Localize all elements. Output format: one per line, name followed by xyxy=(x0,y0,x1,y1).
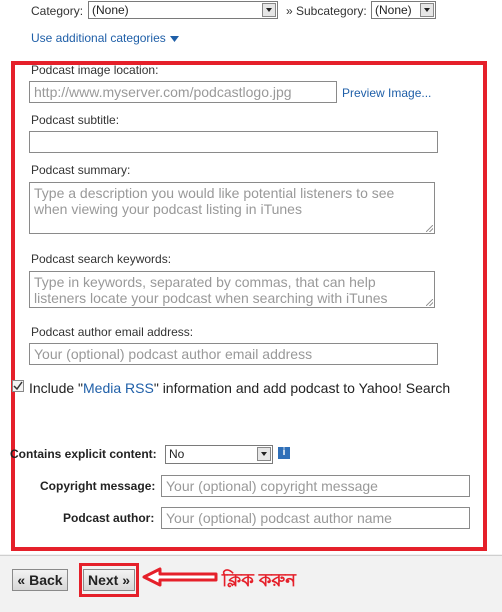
info-icon[interactable]: i xyxy=(278,447,290,459)
copyright-label: Copyright message: xyxy=(40,479,156,493)
media-rss-checkbox[interactable] xyxy=(12,380,24,392)
explicit-label: Contains explicit content: xyxy=(10,447,157,461)
keywords-textarea[interactable]: Type in keywords, separated by commas, t… xyxy=(29,271,435,308)
click-here-annotation: ক্লিক করুন xyxy=(222,570,296,590)
subtitle-label: Podcast subtitle: xyxy=(31,113,120,127)
arrow-left-icon xyxy=(142,567,218,587)
preview-image-link[interactable]: Preview Image... xyxy=(342,86,431,100)
author-email-label: Podcast author email address: xyxy=(31,325,194,339)
chevron-down-icon xyxy=(420,3,434,17)
resize-grip-icon[interactable] xyxy=(426,225,433,232)
image-location-input[interactable]: http://www.myserver.com/podcastlogo.jpg xyxy=(29,81,337,103)
keywords-placeholder: Type in keywords, separated by commas, t… xyxy=(34,274,388,306)
resize-grip-icon[interactable] xyxy=(426,299,433,306)
subcategory-label: » Subcategory: xyxy=(286,4,367,18)
copyright-input[interactable]: Your (optional) copyright message xyxy=(161,475,470,497)
media-rss-suffix: " information and add podcast to Yahoo! … xyxy=(153,380,451,396)
subcategory-select[interactable]: (None) xyxy=(371,1,436,19)
category-select[interactable]: (None) xyxy=(88,1,278,19)
checkmark-icon xyxy=(13,381,23,391)
author-label: Podcast author: xyxy=(63,511,155,525)
next-button[interactable]: Next » xyxy=(83,569,135,591)
summary-textarea[interactable]: Type a description you would like potent… xyxy=(29,182,435,234)
media-rss-prefix: Include " xyxy=(29,380,84,396)
summary-label: Podcast summary: xyxy=(31,163,131,177)
footer-divider xyxy=(0,555,502,556)
explicit-value: No xyxy=(169,447,185,461)
additional-categories-text: Use additional categories xyxy=(31,31,166,45)
summary-placeholder: Type a description you would like potent… xyxy=(34,185,395,217)
back-button[interactable]: « Back xyxy=(12,569,68,591)
keywords-label: Podcast search keywords: xyxy=(31,252,172,266)
media-rss-link[interactable]: Media RSS xyxy=(83,380,154,396)
chevron-down-icon xyxy=(257,447,271,461)
category-value: (None) xyxy=(92,3,129,17)
caret-down-icon xyxy=(170,35,180,42)
additional-categories-link[interactable]: Use additional categories xyxy=(31,31,180,45)
explicit-select[interactable]: No xyxy=(165,445,273,464)
chevron-down-icon xyxy=(262,3,276,17)
category-label: Category: xyxy=(31,4,84,18)
media-rss-text: Include "Media RSS" information and add … xyxy=(29,380,450,396)
author-input[interactable]: Your (optional) podcast author name xyxy=(161,507,470,529)
subtitle-input[interactable] xyxy=(29,131,438,153)
author-email-input[interactable]: Your (optional) podcast author email add… xyxy=(29,343,438,365)
subcategory-value: (None) xyxy=(375,3,412,17)
image-location-label: Podcast image location: xyxy=(31,63,159,77)
